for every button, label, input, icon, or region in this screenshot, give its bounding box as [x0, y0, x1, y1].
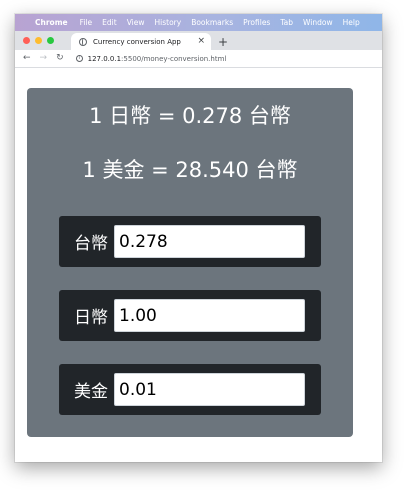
jpy-input[interactable] — [114, 299, 305, 332]
twd-input[interactable] — [114, 225, 305, 258]
twd-input-group: 台幣 — [59, 216, 321, 267]
tab-strip: Currency conversion App × + — [15, 31, 382, 50]
menu-window[interactable]: Window — [303, 18, 333, 27]
menu-view[interactable]: View — [127, 18, 145, 27]
rate-usd-twd: 1 美金 = 28.540 台幣 — [82, 158, 298, 182]
url-path: :5500/money-conversion.html — [121, 54, 227, 63]
menubar: Chrome File Edit View History Bookmarks … — [15, 14, 382, 31]
close-window-button[interactable] — [23, 37, 30, 44]
minimize-window-button[interactable] — [35, 37, 42, 44]
new-tab-button[interactable]: + — [218, 36, 228, 48]
jpy-input-group: 日幣 — [59, 290, 321, 341]
address-bar: ← → ↻ i 127.0.0.1 :5500/money-conversion… — [15, 50, 382, 68]
url-field[interactable]: i 127.0.0.1 :5500/money-conversion.html — [75, 54, 227, 63]
maximize-window-button[interactable] — [47, 37, 54, 44]
forward-arrow-icon[interactable]: → — [40, 54, 48, 63]
twd-label: 台幣 — [74, 234, 108, 254]
reload-icon[interactable]: ↻ — [56, 54, 64, 63]
menu-app-name[interactable]: Chrome — [35, 18, 68, 27]
tab-title: Currency conversion App — [93, 37, 181, 46]
usd-input[interactable] — [114, 373, 305, 406]
conversion-card: 1 日幣 = 0.278 台幣 1 美金 = 28.540 台幣 台幣 日幣 美… — [27, 88, 353, 437]
usd-label: 美金 — [74, 382, 108, 402]
menu-file[interactable]: File — [80, 18, 93, 27]
url-host: 127.0.0.1 — [87, 54, 122, 63]
menu-tab[interactable]: Tab — [280, 18, 293, 27]
menu-bookmarks[interactable]: Bookmarks — [191, 18, 233, 27]
rate-jpy-twd: 1 日幣 = 0.278 台幣 — [89, 104, 291, 128]
usd-input-group: 美金 — [59, 364, 321, 415]
page-content: 1 日幣 = 0.278 台幣 1 美金 = 28.540 台幣 台幣 日幣 美… — [15, 68, 382, 462]
jpy-label: 日幣 — [74, 308, 108, 328]
tab-currency-conversion[interactable]: Currency conversion App × — [71, 33, 211, 50]
back-arrow-icon[interactable]: ← — [23, 54, 31, 63]
menu-help[interactable]: Help — [343, 18, 360, 27]
info-icon[interactable]: i — [75, 55, 83, 62]
window-controls — [23, 37, 54, 44]
screen: Chrome File Edit View History Bookmarks … — [0, 0, 413, 493]
close-tab-icon[interactable]: × — [197, 37, 205, 46]
browser-window: Chrome File Edit View History Bookmarks … — [15, 14, 382, 462]
menu-profiles[interactable]: Profiles — [243, 18, 270, 27]
menu-edit[interactable]: Edit — [102, 18, 117, 27]
menu-history[interactable]: History — [155, 18, 182, 27]
globe-icon — [79, 37, 87, 46]
